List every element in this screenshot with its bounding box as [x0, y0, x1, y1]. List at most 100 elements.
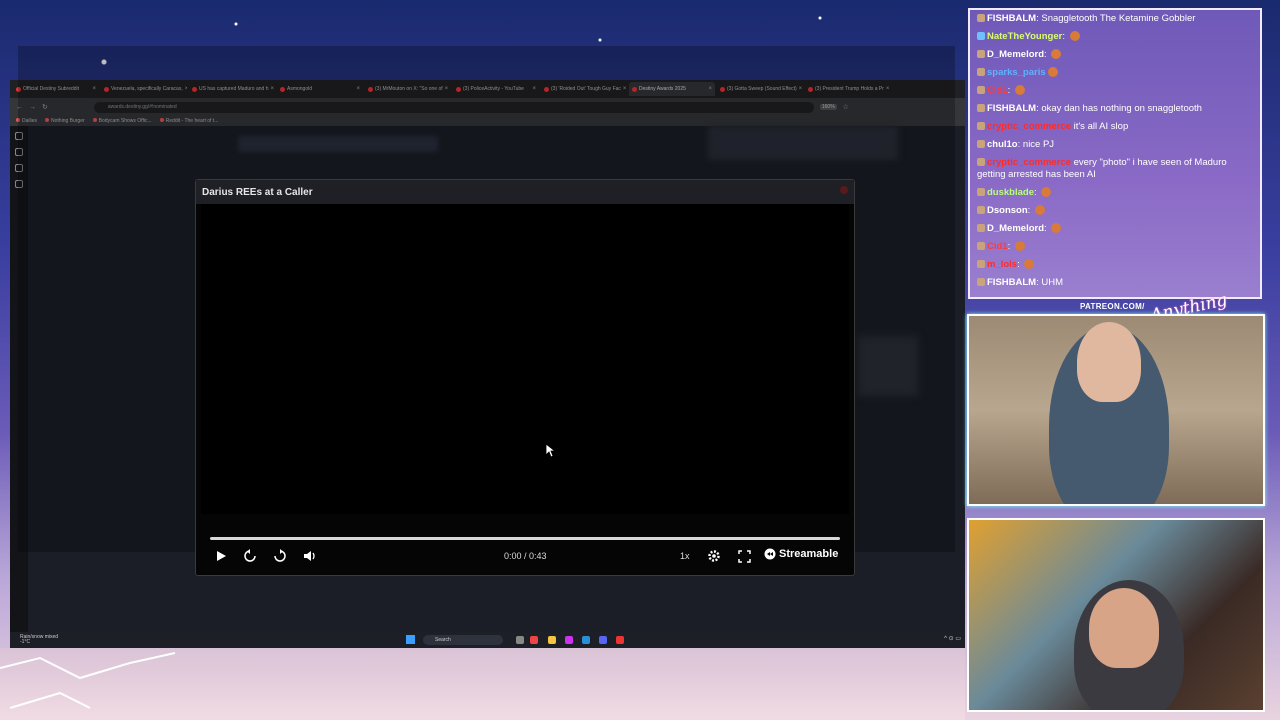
chat-emote-icon: [1041, 187, 1052, 197]
chat-message: Cid1:: [970, 238, 1260, 256]
chat-username[interactable]: FISHBALM: [987, 277, 1036, 288]
chat-text: Snaggletooth The Ketamine Gobbler: [1041, 13, 1196, 24]
streamable-label: Streamable: [779, 548, 839, 560]
sub-badge-icon: [977, 14, 985, 22]
chat-username[interactable]: Cid1: [987, 241, 1008, 252]
chat-message: sparks_paris: [970, 64, 1260, 82]
sub-badge-icon: [977, 140, 985, 148]
sub-badge-icon: [977, 68, 985, 76]
sub-badge-icon: [977, 104, 985, 112]
video-player[interactable]: [201, 204, 849, 514]
gear-icon: [708, 550, 720, 562]
system-tray[interactable]: ^ ⊙ ▭: [944, 635, 961, 642]
browser-taskbar-icon[interactable]: [530, 636, 538, 644]
weather-widget[interactable]: Rain/snow mixed -1°C: [20, 635, 58, 645]
sub-badge-icon: [977, 278, 985, 286]
chat-overlay: FISHBALM: Snaggletooth The Ketamine Gobb…: [968, 8, 1262, 299]
wallpaper-foreground: [0, 648, 965, 720]
volume-icon: [304, 551, 315, 561]
chat-message: FISHBALM: Snaggletooth The Ketamine Gobb…: [970, 10, 1260, 28]
chat-username[interactable]: D_Memelord: [987, 49, 1044, 60]
sub-badge-icon: [977, 242, 985, 250]
sub-badge-icon: [977, 122, 985, 130]
play-icon: [217, 551, 226, 561]
chat-separator: :: [1007, 85, 1013, 96]
webcam-feed-1: [967, 314, 1265, 506]
chat-username[interactable]: sparks_paris: [987, 67, 1046, 78]
chat-emote-icon: [1051, 49, 1062, 59]
progress-bar[interactable]: [210, 537, 840, 540]
person-2-head: [1089, 588, 1159, 668]
playback-speed[interactable]: 1x: [680, 551, 690, 561]
streamable-logo[interactable]: Streamable: [764, 548, 838, 560]
streamable-icon: [764, 548, 776, 560]
chat-username[interactable]: FISHBALM: [987, 13, 1036, 24]
chat-separator: :: [1044, 49, 1050, 60]
webcam-feed-2: [967, 518, 1265, 712]
forward-button[interactable]: [272, 548, 288, 564]
chat-username[interactable]: chul1o: [987, 139, 1018, 150]
windows-start-icon[interactable]: [406, 635, 415, 644]
close-icon[interactable]: [840, 186, 848, 194]
chat-username[interactable]: D_Memelord: [987, 223, 1044, 234]
chat-username[interactable]: cryptic_commerce: [987, 121, 1071, 132]
sub-badge-icon: [977, 86, 985, 94]
chat-message: FISHBALM: UHM: [970, 274, 1260, 292]
player-controls: 0:00 / 0:43 1x Streamable: [196, 544, 854, 568]
chat-message: duskblade:: [970, 184, 1260, 202]
taskbar-search[interactable]: Search: [423, 635, 503, 645]
settings-button[interactable]: [706, 548, 722, 564]
chat-text: UHM: [1041, 277, 1063, 288]
chat-username[interactable]: Cid1: [987, 85, 1008, 96]
files-taskbar-icon[interactable]: [548, 636, 556, 644]
chat-message: cryptic_commerce it's all AI slop: [970, 118, 1260, 136]
wallpaper-cracks: [0, 652, 176, 709]
chat-separator: :: [1062, 31, 1068, 42]
mouse-cursor-icon: [546, 444, 556, 458]
chat-emote-icon: [1014, 85, 1025, 95]
chat-username[interactable]: duskblade: [987, 187, 1034, 198]
modal-header: Darius REEs at a Caller: [196, 180, 854, 204]
app2-taskbar-icon[interactable]: [616, 636, 624, 644]
play-button[interactable]: [213, 548, 229, 564]
person-1-head: [1077, 322, 1141, 402]
chat-separator: :: [1034, 187, 1040, 198]
fullscreen-button[interactable]: [736, 548, 752, 564]
chat-message: D_Memelord:: [970, 220, 1260, 238]
chat-separator: :: [1007, 241, 1013, 252]
chat-emote-icon: [1069, 31, 1080, 41]
chat-message: Dsonson:: [970, 202, 1260, 220]
time-display: 0:00 / 0:43: [504, 551, 547, 561]
chat-message: chul1o: nice PJ: [970, 136, 1260, 154]
sub-badge-icon: [977, 50, 985, 58]
chat-username[interactable]: cryptic_commerce: [987, 157, 1071, 168]
chat-emote-icon: [1051, 223, 1062, 233]
chat-username[interactable]: m_lols: [987, 259, 1017, 270]
rewind-icon: [244, 549, 256, 562]
discord-taskbar-icon[interactable]: [599, 636, 607, 644]
chat-emote-icon: [1034, 205, 1045, 215]
chat-username[interactable]: NateTheYounger: [987, 31, 1062, 42]
steam-taskbar-icon[interactable]: [582, 636, 590, 644]
chat-emote-icon: [1024, 259, 1035, 269]
chat-username[interactable]: FISHBALM: [987, 103, 1036, 114]
weather-temp: -1°C: [20, 639, 31, 645]
sub-badge-icon: [977, 260, 985, 268]
volume-button[interactable]: [302, 548, 318, 564]
chat-message: NateTheYounger:: [970, 28, 1260, 46]
chat-emote-icon: [1047, 67, 1058, 77]
sub-badge-icon: [977, 158, 985, 166]
taskview-icon[interactable]: [516, 636, 524, 644]
sub-badge-icon: [977, 188, 985, 196]
app-taskbar-icon[interactable]: [565, 636, 573, 644]
taskbar: Rain/snow mixed -1°C Search ^ ⊙ ▭: [10, 632, 965, 648]
chat-separator: :: [1044, 223, 1050, 234]
chat-message: D_Memelord:: [970, 46, 1260, 64]
sword-badge-icon: [977, 32, 985, 40]
chat-emote-icon: [1014, 241, 1025, 251]
patreon-url: PATREON.COM/: [1080, 302, 1145, 311]
chat-username[interactable]: Dsonson: [987, 205, 1028, 216]
chat-message: Cid1:: [970, 82, 1260, 100]
rewind-button[interactable]: [242, 548, 258, 564]
chat-text: okay dan has nothing on snaggletooth: [1041, 103, 1202, 114]
